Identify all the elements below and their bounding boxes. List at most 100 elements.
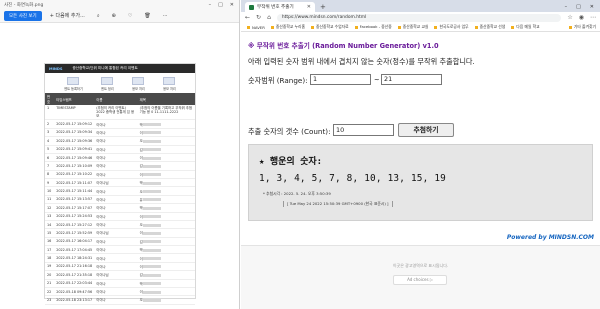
cell-name: 이이나 (94, 128, 138, 138)
tab-close-icon[interactable]: ✕ (307, 4, 311, 10)
cell-no: 17 (45, 245, 55, 255)
count-input[interactable]: 10 (333, 124, 394, 136)
cell-no: 7 (45, 161, 55, 171)
tab-strip: 무작위 번호 추출기 ✕ + – □ ✕ (241, 0, 600, 12)
cell-timestamp: 2022-05-17 15:24:53 (54, 212, 95, 221)
redacted-value (142, 215, 161, 219)
cell-no: 19 (45, 262, 55, 272)
doc-tab-label: 엔트 등록하기 (64, 87, 83, 91)
favorite-link[interactable]: Facebook - 중산중 (355, 24, 392, 30)
cell-timestamp: 2022-05-17 15:10:09 (54, 161, 95, 171)
close-button[interactable]: ✕ (230, 2, 234, 8)
redacted-value (142, 240, 161, 244)
zoom-icon[interactable]: ⌕ (93, 13, 104, 19)
cell-title: 이 (137, 170, 195, 180)
cell-timestamp: 2022-05-18 09:47:56 (54, 287, 95, 297)
minimize-button[interactable]: – (565, 4, 568, 10)
table-row: 15 2022-05-17 15:52:59 이이나님 이 (45, 228, 195, 238)
delete-icon[interactable]: 🗑 (140, 13, 154, 19)
close-button[interactable]: ✕ (590, 4, 594, 10)
cell-timestamp: 2022-05-17 22:03:44 (54, 279, 95, 288)
cell-title: 이 (137, 287, 195, 297)
doc-header: MINDS 중산중학교/단위 미니에 통합된 커리 이벤트 (45, 64, 195, 73)
redacted-value (142, 123, 161, 127)
viewer-canvas: MINDS 중산중학교/단위 미니에 통합된 커리 이벤트 엔트 등록하기 엔트… (0, 23, 239, 309)
tab-random-generator[interactable]: 무작위 번호 추출기 ✕ (245, 2, 315, 12)
favorite-link[interactable]: 중산중학교 수업자료 (311, 24, 349, 30)
table-row: 5 2022-05-17 15:09:41 이이나 김 (45, 145, 195, 154)
table-row: 6 2022-05-17 15:09:46 이이나 이 (45, 153, 195, 163)
maximize-button[interactable]: □ (576, 4, 581, 10)
favorite-link[interactable]: 중산중학교 교실 (398, 24, 429, 30)
cell-name: 이이나 (94, 287, 138, 297)
cell-name: 이이나 (94, 145, 138, 154)
viewer-toolbar: 모든 사진 보기 + 다음에 추가... ⌕ ⊕ ♡ 🗑 ⋯ (0, 9, 239, 23)
redacted-value (142, 231, 161, 235)
browser-window: 무작위 번호 추출기 ✕ + – □ ✕ ← ↻ ⌂ https://www.m… (241, 0, 600, 309)
new-tab-button[interactable]: + (315, 3, 331, 12)
column-header: 번호 (45, 93, 55, 105)
cell-name: 이이나 (94, 186, 138, 196)
favorite-link[interactable]: NAVER (247, 25, 265, 30)
cell-name: 이이나 (94, 237, 138, 247)
table-row: 16 2022-05-17 16:04:17 이이나 김 (45, 237, 195, 247)
refresh-icon[interactable]: ↻ (256, 14, 261, 21)
result-panel: ★ 행운의 숫자: 1, 3, 4, 5, 7, 8, 10, 13, 15, … (248, 144, 593, 221)
cell-timestamp: 2022-05-17 15:09:41 (54, 145, 95, 154)
cell-name: 이이나 (94, 170, 138, 180)
cell-timestamp: 2022-05-17 15:27:12 (54, 220, 95, 230)
viewer-titlebar: 사진 - 화면녹화.png – □ ✕ (0, 0, 239, 9)
zoom-in-icon[interactable]: ⊕ (108, 13, 120, 19)
cell-title: 김 (137, 237, 195, 247)
draw-button[interactable]: 추첨하기 (398, 123, 454, 137)
back-icon[interactable]: ← (245, 14, 250, 21)
profile-avatar[interactable]: ◉ (579, 14, 584, 21)
url-field[interactable]: https://www.mindsn.com/random.html (276, 13, 562, 22)
favorite-link[interactable]: 다음 메일 학교 (511, 24, 539, 30)
see-all-photos-button[interactable]: 모든 사진 보기 (4, 10, 42, 21)
column-header: 이름 (94, 93, 138, 105)
add-to-button[interactable]: + 다음에 추가... (46, 12, 89, 19)
favorite-link[interactable]: 중산중학교 누리홈 (271, 24, 305, 30)
doc-tab: 응모 처리 (163, 77, 176, 91)
favorites-star-icon[interactable]: ☆ (567, 14, 572, 21)
cell-title: 박 (137, 119, 195, 129)
cell-timestamp: 2022-05-17 18:24:31 (54, 253, 95, 263)
cell-timestamp: 2022-05-17 15:52:59 (54, 228, 95, 238)
cell-name: 이이나 (94, 220, 138, 230)
cell-name: 이이나 (94, 195, 138, 205)
table-row: 3 2022-05-17 15:09:34 이이나 이 (45, 128, 195, 138)
cell-name: 이이나 (94, 119, 138, 129)
maximize-button[interactable]: □ (218, 2, 223, 8)
cell-no: 2 (45, 119, 55, 129)
result-time: * 추첨시각 : 2022. 5. 24. 오후 3:50:39 (263, 191, 331, 196)
cell-title: 박 (137, 203, 195, 213)
table-row: 12 2022-05-17 15:17:07 이이나 박 (45, 203, 195, 213)
cell-name: (추첨의 커리 이벤트) 2022 중학생 전통게 임 응모 (94, 105, 138, 121)
home-icon[interactable]: ⌂ (267, 14, 271, 21)
range-min-input[interactable]: 1 (310, 74, 371, 85)
favorite-link[interactable]: 한국도로공사 업무 (434, 24, 468, 30)
favorite-link[interactable]: 중산중학교 선생 (475, 24, 506, 30)
ad-choices-badge[interactable]: Ad choices ▷ (393, 275, 447, 285)
cell-name: 이이나님 (94, 178, 138, 188)
favorite-icon[interactable]: ♡ (124, 13, 136, 19)
cell-timestamp: TIMESTAMP (54, 105, 95, 121)
doc-brand: MINDS (49, 66, 63, 71)
menu-icon[interactable]: ⋯ (590, 14, 596, 21)
other-favorites-link[interactable]: 기타 즐겨찾기 (569, 24, 600, 30)
cell-timestamp: 2022-05-17 15:11:44 (54, 186, 95, 196)
cell-no: 16 (45, 237, 55, 247)
range-max-input[interactable]: 21 (381, 74, 442, 85)
cell-timestamp: 2022-05-17 21:35:18 (54, 270, 95, 280)
more-icon[interactable]: ⋯ (159, 13, 172, 19)
cell-no: 3 (45, 128, 55, 138)
redacted-value (142, 273, 161, 277)
minimize-button[interactable]: – (209, 2, 212, 8)
cell-name: 이이나 (94, 136, 138, 146)
viewer-window-controls: – □ ✕ (209, 2, 239, 8)
table-row: 9 2022-05-17 15:11:07 이이나님 박 (45, 178, 195, 188)
powered-by-link[interactable]: Powered by MINDSN.COM (507, 234, 594, 241)
cell-title: 이 (137, 128, 195, 138)
cell-title: 이 (137, 253, 195, 263)
